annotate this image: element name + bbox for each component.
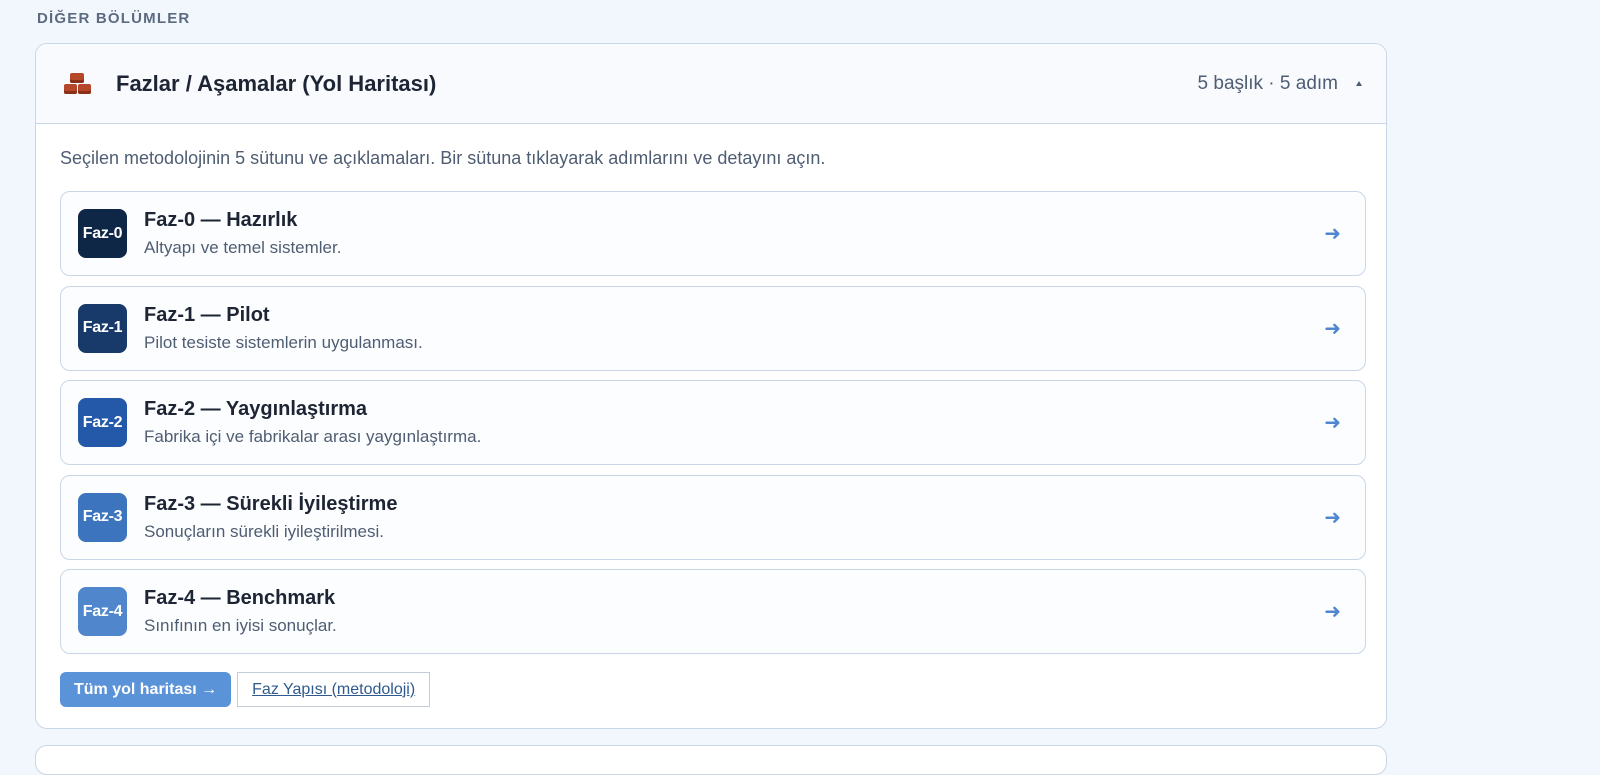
brick-icon (64, 72, 92, 96)
arrow-right-icon[interactable]: ➜ (1324, 221, 1341, 246)
phase-title: Faz-1 — Pilot (144, 303, 270, 326)
phase-list: Faz-0 Faz-0 — Hazırlık Altyapı ve temel … (60, 191, 1366, 664)
phase-item-3[interactable]: Faz-3 Faz-3 — Sürekli İyileştirme Sonuçl… (60, 474, 1366, 560)
arrow-right-icon[interactable]: ➜ (1324, 410, 1341, 435)
phase-item-4[interactable]: Faz-4 Faz-4 — Benchmark Sınıfının en iyi… (60, 569, 1366, 654)
phase-title: Faz-0 — Hazırlık (144, 209, 298, 231)
phase-item-2[interactable]: Faz-2 Faz-2 — Yaygınlaştırma Fabrika içi… (60, 380, 1366, 465)
phase-badge: Faz-4 (78, 587, 127, 636)
phase-text: Faz-3 — Sürekli İyileştirme Sonuçların s… (144, 493, 397, 542)
phase-subtitle: Pilot tesiste sistemlerin uygulanması. (144, 332, 423, 352)
phase-badge: Faz-1 (78, 303, 127, 353)
phase-badge: Faz-3 (78, 492, 127, 542)
phase-badge: Faz-0 (78, 209, 127, 258)
header-meta: 5 başlık · 5 adım (1198, 73, 1362, 95)
arrow-right-icon[interactable]: ➜ (1324, 505, 1341, 530)
phases-card: Fazlar / Aşamalar (Yol Haritası) 5 başlı… (35, 43, 1387, 729)
phase-title: Faz-3 — Sürekli İyileştirme (144, 492, 398, 515)
phase-badge: Faz-2 (78, 398, 127, 447)
arrow-right-icon[interactable]: ➜ (1324, 316, 1341, 341)
phase-subtitle: Sınıfının en iyisi sonuçlar. (144, 616, 337, 635)
arrow-right-icon[interactable]: ➜ (1324, 599, 1341, 624)
next-section-card (35, 745, 1387, 775)
phase-item-0[interactable]: Faz-0 Faz-0 — Hazırlık Altyapı ve temel … (60, 191, 1366, 276)
phase-text: Faz-4 — Benchmark Sınıfının en iyisi son… (144, 587, 337, 636)
phase-structure-link[interactable]: Faz Yapısı (metodoloji) (237, 672, 431, 707)
full-roadmap-button[interactable]: Tüm yol haritası → (60, 672, 232, 707)
card-actions: Tüm yol haritası → Faz Yapısı (metodoloj… (60, 672, 431, 707)
phase-item-1[interactable]: Faz-1 Faz-1 — Pilot Pilot tesiste sistem… (60, 285, 1366, 371)
phase-text: Faz-0 — Hazırlık Altyapı ve temel sistem… (144, 209, 341, 258)
phase-subtitle: Altyapı ve temel sistemler. (144, 238, 342, 257)
phase-subtitle: Sonuçların sürekli iyileştirilmesi. (144, 521, 384, 541)
collapse-icon[interactable] (1356, 81, 1362, 86)
phase-text: Faz-1 — Pilot Pilot tesiste sistemlerin … (144, 304, 423, 353)
card-header[interactable]: Fazlar / Aşamalar (Yol Haritası) 5 başlı… (36, 44, 1386, 124)
card-description: Seçilen metodolojinin 5 sütunu ve açıkla… (60, 148, 826, 168)
phase-text: Faz-2 — Yaygınlaştırma Fabrika içi ve fa… (144, 398, 481, 447)
section-label: DİĞER BÖLÜMLER (37, 10, 191, 27)
phase-title: Faz-2 — Yaygınlaştırma (144, 398, 368, 420)
card-title: Fazlar / Aşamalar (Yol Haritası) (116, 70, 437, 96)
header-count: 5 başlık · 5 adım (1197, 72, 1338, 94)
phase-subtitle: Fabrika içi ve fabrikalar arası yaygınla… (144, 427, 482, 446)
phase-title: Faz-4 — Benchmark (144, 587, 336, 609)
